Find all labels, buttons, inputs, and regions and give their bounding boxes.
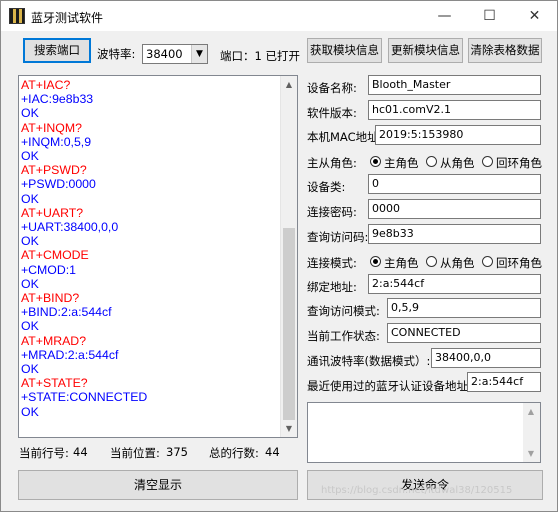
iac-label: 查询访问码: [307, 230, 369, 244]
scrollbar-thumb[interactable] [283, 228, 295, 420]
console-lines: AT+IAC? +IAC:9e8b33 OK AT+INQM? +INQM:0,5,9 O… [21, 78, 281, 419]
search-port-button[interactable]: 搜索端口 [23, 38, 91, 63]
window-title: 蓝牙测试软件 [31, 11, 104, 25]
role-radio-master[interactable] [370, 156, 381, 167]
console-line: AT+BIND? [21, 291, 80, 306]
mac-address-label: 本机MAC地址 [307, 130, 379, 144]
console-line: +IAC:9e8b33 [21, 92, 94, 107]
console-line: OK [21, 276, 39, 291]
console-line: AT+PSWD? [21, 163, 87, 178]
console-line: +STATE:CONNECTED [21, 390, 148, 405]
inquiry-mode-label: 查询访问模式: [307, 304, 380, 318]
role-label: 主从角色: [307, 156, 357, 170]
pin-label: 连接密码: [307, 205, 357, 219]
cmode-radio-slave[interactable] [426, 256, 437, 267]
uart-baud-label: 通讯波特率(数据模式）: [307, 354, 431, 368]
console-line: +CMOD:1 [21, 262, 77, 277]
scroll-down-icon[interactable]: ▼ [523, 445, 539, 462]
current-line-label: 当前行号: [19, 446, 69, 460]
console-scrollbar[interactable]: ▲ ▼ [280, 76, 297, 437]
app-window: 蓝牙测试软件 — ☐ ✕ 搜索端口 波特率: 38400 ▼ 端口：1 已打开 … [0, 0, 558, 512]
console-line: +INQM:0,5,9 [21, 134, 92, 149]
current-position-value: 375 [166, 445, 188, 459]
baud-rate-value: 38400 [146, 47, 183, 61]
chevron-down-icon: ▼ [191, 45, 207, 63]
app-icon [9, 8, 25, 24]
minimize-button[interactable]: — [422, 1, 467, 31]
maximize-button[interactable]: ☐ [467, 1, 512, 31]
console-line: OK [21, 362, 39, 377]
console-line: OK [21, 106, 39, 121]
recent-device-label: 最近使用过的蓝牙认证设备地址: [307, 379, 472, 393]
console-line: +UART:38400,0,0 [21, 220, 119, 235]
baud-rate-label: 波特率: [97, 47, 136, 61]
role-radio-slave[interactable] [426, 156, 437, 167]
cmode-radio-master[interactable] [370, 256, 381, 267]
update-module-info-button[interactable]: 更新模块信息 [388, 38, 463, 63]
console-line: OK [21, 234, 39, 249]
uart-baud-field[interactable]: 38400,0,0 [431, 348, 541, 368]
role-option-master: 主角色 [384, 156, 419, 170]
title-bar: 蓝牙测试软件 — ☐ ✕ [1, 1, 557, 31]
work-state-field[interactable]: CONNECTED [387, 323, 541, 343]
console-line: +MRAD:2:a:544cf [21, 347, 119, 362]
device-class-field[interactable]: 0 [368, 174, 541, 194]
console-line: OK [21, 149, 39, 164]
inquiry-mode-field[interactable]: 0,5,9 [387, 298, 541, 318]
cmode-option-master: 主角色 [384, 256, 419, 270]
console-line: AT+STATE? [21, 376, 88, 391]
console-line: +BIND:2:a:544cf [21, 305, 112, 320]
close-button[interactable]: ✕ [512, 1, 557, 31]
recent-device-field[interactable]: 2:a:544cf [467, 372, 541, 392]
work-state-label: 当前工作状态: [307, 329, 380, 343]
console-line: OK [21, 404, 39, 419]
cmode-option-loopback: 回环角色 [496, 256, 542, 270]
connect-mode-label: 连接模式: [307, 256, 357, 270]
command-input[interactable]: ▲ ▼ [307, 402, 541, 463]
device-name-field[interactable]: Blooth_Master [368, 75, 541, 95]
watermark-text: https://blog.csdn.net/itdwal38/120515 [321, 485, 513, 496]
console-line: OK [21, 191, 39, 206]
console-line: AT+CMODE [21, 248, 89, 263]
command-input-scrollbar[interactable]: ▲ ▼ [523, 403, 540, 462]
console-line: AT+UART? [21, 205, 84, 220]
console-line: AT+INQM? [21, 120, 82, 135]
cmode-radio-loopback[interactable] [482, 256, 493, 267]
get-module-info-button[interactable]: 获取模块信息 [307, 38, 382, 63]
device-name-label: 设备名称: [307, 81, 357, 95]
role-option-loopback: 回环角色 [496, 156, 542, 170]
port-status-text: 端口：1 已打开 [220, 49, 300, 63]
mac-address-field[interactable]: 2019:5:153980 [375, 125, 541, 145]
role-radio-loopback[interactable] [482, 156, 493, 167]
baud-rate-select[interactable]: 38400 ▼ [142, 44, 208, 64]
cmode-option-slave: 从角色 [440, 256, 475, 270]
scroll-up-icon[interactable]: ▲ [281, 76, 297, 93]
bind-address-label: 绑定地址: [307, 280, 357, 294]
console-line: +PSWD:0000 [21, 177, 96, 192]
firmware-version-label: 软件版本: [307, 106, 357, 120]
console-line: OK [21, 319, 39, 334]
console-line: AT+MRAD? [21, 333, 87, 348]
scroll-down-icon[interactable]: ▼ [281, 420, 297, 437]
total-lines-value: 44 [265, 445, 280, 459]
clear-display-button[interactable]: 清空显示 [18, 470, 298, 500]
scroll-up-icon[interactable]: ▲ [523, 403, 539, 420]
console-output[interactable]: AT+IAC? +IAC:9e8b33 OK AT+INQM? +INQM:0,5,9 O… [18, 75, 298, 438]
role-option-slave: 从角色 [440, 156, 475, 170]
current-line-value: 44 [73, 445, 88, 459]
bind-address-field[interactable]: 2:a:544cf [368, 274, 541, 294]
current-position-label: 当前位置: [110, 446, 160, 460]
total-lines-label: 总的行数: [209, 446, 259, 460]
pin-field[interactable]: 0000 [368, 199, 541, 219]
clear-table-data-button[interactable]: 清除表格数据 [468, 38, 542, 63]
iac-field[interactable]: 9e8b33 [368, 224, 541, 244]
console-line: AT+IAC? [21, 78, 71, 92]
device-class-label: 设备类: [307, 180, 346, 194]
firmware-version-field[interactable]: hc01.comV2.1 [368, 100, 541, 120]
